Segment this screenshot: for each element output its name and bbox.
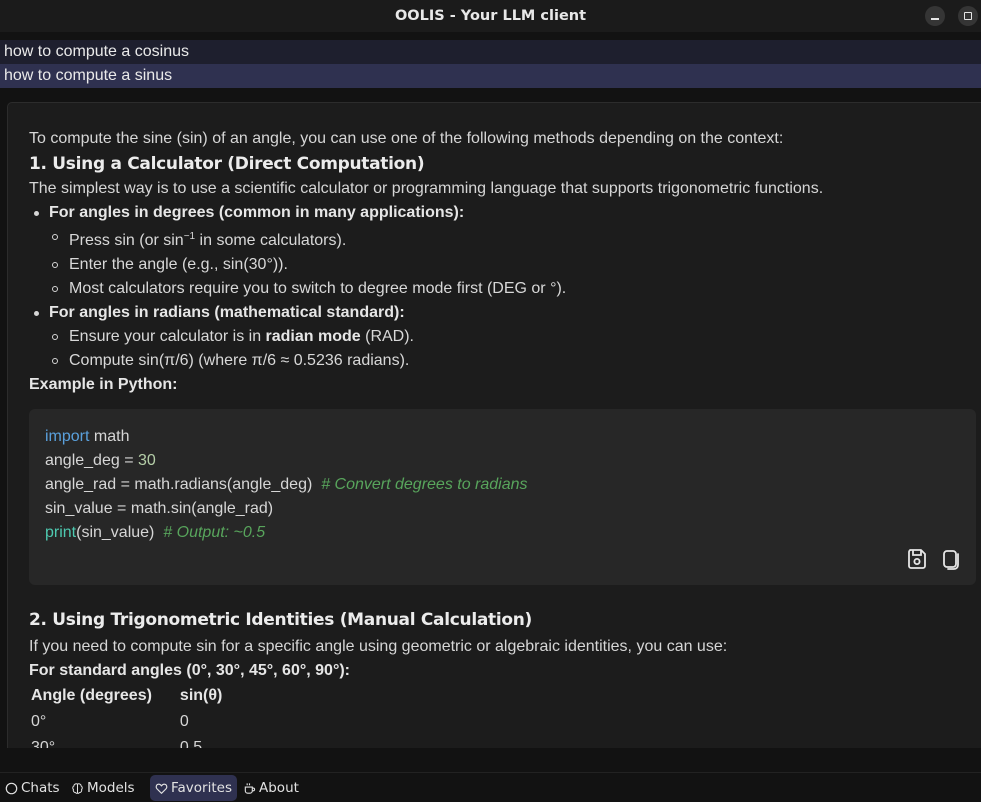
list-item-text: Ensure your calculator is in	[69, 328, 266, 345]
code-text: angle_deg =	[45, 452, 138, 469]
standard-angles-label: For standard angles (0°, 30°, 45°, 60°, …	[29, 662, 350, 679]
history-item-cosinus[interactable]: how to compute a cosinus	[0, 40, 981, 64]
table-row: 0° 0	[31, 709, 250, 735]
code-keyword: import	[45, 428, 90, 445]
nav-about-button[interactable]: About	[238, 775, 304, 801]
coffee-cup-icon	[244, 782, 256, 794]
nav-label: Chats	[21, 780, 60, 796]
answer-panel[interactable]: To compute the sine (sin) of an angle, y…	[7, 102, 981, 748]
chat-bubble-icon	[5, 782, 18, 794]
code-comment: # Output: ~0.5	[163, 524, 266, 541]
save-icon[interactable]	[906, 547, 928, 571]
radians-sublist: Ensure your calculator is in radian mode…	[49, 325, 975, 373]
copy-icon[interactable]	[940, 547, 962, 571]
list-item: Enter the angle (e.g., sin(30°)).	[49, 253, 975, 277]
minimize-icon	[931, 17, 939, 20]
nav-favorites-button[interactable]: Favorites	[150, 775, 237, 801]
code-text: math	[89, 428, 130, 445]
list-item-text: (RAD).	[360, 328, 414, 345]
table-cell: 0	[179, 713, 189, 730]
radians-title: For angles in radians (mathematical stan…	[49, 304, 405, 321]
nav-label: Favorites	[171, 780, 232, 796]
code-line: angle_rad = math.radians(angle_deg) # Co…	[45, 473, 960, 497]
nav-models-button[interactable]: Models	[66, 775, 140, 801]
nav-chats-button[interactable]: Chats	[0, 775, 65, 801]
code-line: sin_value = math.sin(angle_rad)	[45, 500, 274, 517]
degrees-title: For angles in degrees (common in many ap…	[49, 204, 465, 221]
code-line: import math	[45, 425, 960, 449]
methods-list: For angles in degrees (common in many ap…	[29, 201, 975, 373]
code-number: 30	[137, 452, 156, 469]
table-header: sin(θ)	[179, 687, 223, 704]
section2-heading: 2. Using Trigonometric Identities (Manua…	[29, 610, 533, 630]
window-title: OOLIS - Your LLM client	[394, 8, 587, 24]
code-text: (sin_value)	[76, 524, 164, 541]
list-item-bold: radian mode	[265, 328, 361, 345]
sine-table: Angle (degrees) sin(θ) 0° 0 30° 0.5	[31, 683, 250, 748]
code-line: print(sin_value) # Output: ~0.5	[45, 521, 960, 545]
nav-label: Models	[87, 780, 135, 796]
code-function: print	[45, 524, 77, 541]
code-comment: # Convert degrees to radians	[321, 476, 528, 493]
list-item: Ensure your calculator is in radian mode…	[49, 325, 975, 349]
superscript: −1	[183, 231, 196, 242]
table-row: 30° 0.5	[31, 735, 250, 748]
code-actions	[906, 547, 962, 571]
list-item: For angles in degrees (common in many ap…	[29, 201, 975, 301]
code-block: import math angle_deg = 30 angle_rad = m…	[29, 409, 976, 585]
list-item-text: Press sin (or sin	[69, 232, 184, 249]
bottom-nav: Chats Models Favorites About	[0, 772, 981, 802]
example-label: Example in Python:	[29, 376, 178, 393]
list-item: For angles in radians (mathematical stan…	[29, 301, 975, 373]
table-cell: 0°	[31, 713, 47, 730]
list-item: Compute sin(π/6) (where π/6 ≈ 0.5236 rad…	[49, 349, 975, 373]
table-header: Angle (degrees)	[31, 687, 152, 704]
minimize-button[interactable]	[925, 6, 945, 26]
list-item-text: in some calculators).	[195, 232, 347, 249]
chat-history-list: how to compute a cosinus how to compute …	[0, 40, 981, 88]
maximize-button[interactable]	[958, 6, 978, 26]
maximize-icon	[964, 12, 972, 20]
title-bar: OOLIS - Your LLM client	[0, 0, 981, 32]
table-cell: 30°	[31, 739, 56, 748]
table-header-row: Angle (degrees) sin(θ)	[31, 683, 250, 709]
history-item-sinus[interactable]: how to compute a sinus	[0, 64, 981, 88]
list-item: Press sin (or sin−1 in some calculators)…	[49, 225, 975, 253]
code-text: angle_rad = math.radians(angle_deg)	[45, 476, 322, 493]
list-item: Most calculators require you to switch t…	[49, 277, 975, 301]
degrees-sublist: Press sin (or sin−1 in some calculators)…	[49, 225, 975, 301]
section1-heading: 1. Using a Calculator (Direct Computatio…	[29, 154, 425, 174]
section1-text: The simplest way is to use a scientific …	[29, 180, 824, 197]
table-cell: 0.5	[179, 739, 203, 748]
section2-text: If you need to compute sin for a specifi…	[29, 638, 728, 655]
nav-label: About	[259, 780, 299, 796]
code-line: angle_deg = 30	[45, 449, 960, 473]
answer-intro: To compute the sine (sin) of an angle, y…	[29, 130, 784, 147]
brain-icon	[72, 782, 83, 794]
heart-icon	[155, 783, 168, 794]
answer-content: To compute the sine (sin) of an angle, y…	[29, 127, 976, 748]
